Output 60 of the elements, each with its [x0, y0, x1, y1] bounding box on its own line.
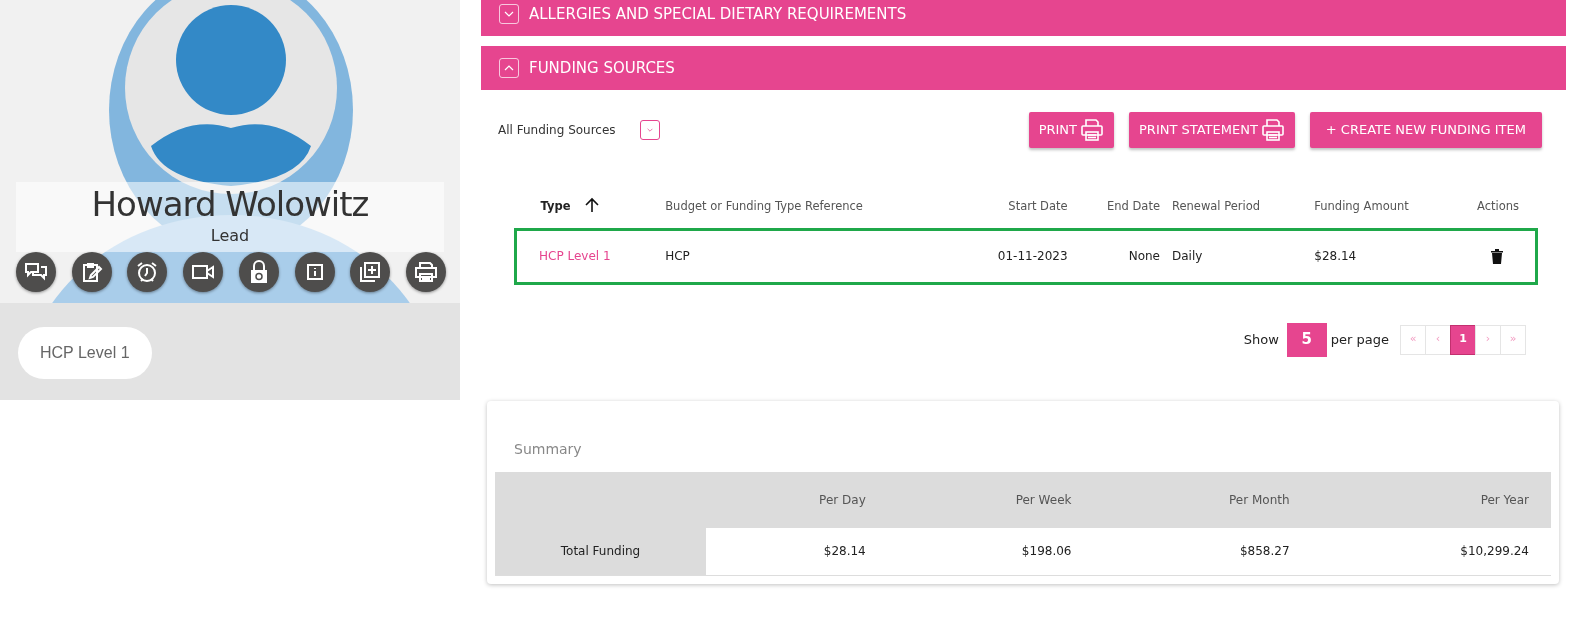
section-header[interactable]: FUNDING SOURCES — [481, 46, 1566, 90]
trash-icon[interactable] — [1491, 249, 1504, 264]
column-header[interactable]: End Date — [1073, 185, 1166, 229]
tag-pill: HCP Level 1 — [18, 327, 152, 379]
column-header[interactable]: Actions — [1459, 185, 1537, 229]
table-cell: $10,299.24 — [1460, 544, 1529, 559]
section-header[interactable]: ALLERGIES AND SPECIAL DIETARY REQUIREMENTS — [481, 0, 1566, 36]
column-header[interactable]: Renewal Period — [1166, 185, 1309, 229]
printer-button[interactable] — [405, 252, 446, 292]
section-title: FUNDING SOURCES — [529, 57, 675, 79]
chevron-icon — [504, 11, 514, 17]
show-label: Show — [1243, 330, 1279, 349]
column-header: Per Year — [1480, 492, 1529, 507]
table-cell: $28.14 — [1314, 249, 1357, 263]
column-header[interactable]: Funding Amount — [1308, 185, 1460, 229]
chevron-icon — [504, 65, 514, 71]
table-cell: $198.06 — [1021, 544, 1072, 559]
create-button[interactable]: + CREATE NEW FUNDING ITEM — [1309, 112, 1542, 148]
dropdown-toggle[interactable] — [639, 120, 660, 140]
page-link[interactable]: » — [1500, 324, 1526, 355]
print-button[interactable]: PRINT — [1028, 112, 1114, 148]
table-cell: None — [1128, 249, 1160, 263]
chevron-icon — [646, 127, 653, 133]
print-button[interactable]: PRINT STATEMENT — [1129, 112, 1295, 148]
column-header[interactable]: Budget or Funding Type Reference — [659, 185, 958, 229]
printer-icon — [1260, 118, 1285, 142]
printer-icon — [1080, 118, 1104, 142]
column-header[interactable]: Start Date — [957, 185, 1074, 229]
column-header: Per Month — [1229, 492, 1290, 507]
type-link[interactable]: HCP Level 1 — [539, 249, 611, 263]
chat-bubbles-icon — [24, 261, 48, 283]
filter-label: All Funding Sources — [498, 122, 616, 139]
page-link[interactable]: › — [1475, 324, 1501, 355]
column-header: Per Week — [1015, 492, 1072, 507]
table-cell: Daily — [1172, 249, 1203, 263]
section-title: ALLERGIES AND SPECIAL DIETARY REQUIREMENTS — [529, 3, 907, 25]
printer-icon — [413, 261, 438, 283]
chat-bubbles-button[interactable] — [16, 252, 56, 292]
column-header: Per Day — [819, 492, 866, 507]
table-cell: 01-11-2023 — [997, 249, 1068, 263]
table-cell: HCP — [665, 249, 690, 263]
per-page-label: per page — [1330, 330, 1389, 349]
table-cell: $858.27 — [1239, 544, 1290, 559]
page-link[interactable]: « — [1400, 324, 1426, 355]
row-label: Total Funding — [560, 544, 641, 559]
info-icon — [305, 263, 324, 281]
column-header[interactable]: Type — [515, 185, 660, 229]
table-row[interactable]: HCP Level 1 HCP 01-11-2023 None Daily $28.14 — [515, 229, 1537, 283]
clipboard-pencil-button[interactable] — [71, 252, 112, 292]
table-cell: $28.14 — [823, 544, 866, 559]
video-camera-icon — [191, 263, 216, 281]
page-link[interactable]: ‹ — [1425, 324, 1451, 355]
clipboard-pencil-icon — [80, 261, 103, 283]
person-name: Howard Wolowitz — [91, 184, 369, 224]
add-copy-icon — [359, 261, 382, 283]
padlock-icon — [248, 260, 269, 284]
summary-title: Summary — [513, 439, 583, 459]
page-link[interactable]: 1 — [1450, 324, 1476, 355]
page-size-field[interactable]: 5 — [1286, 322, 1327, 357]
person-role: Lead — [210, 225, 250, 247]
